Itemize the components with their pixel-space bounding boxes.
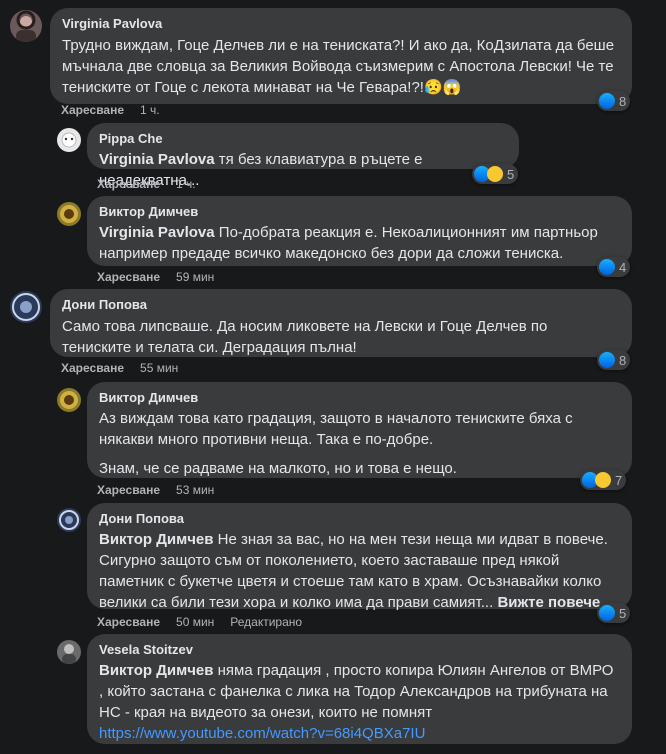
reaction-summary[interactable]: 8	[597, 91, 631, 111]
reaction-count: 8	[619, 352, 627, 368]
like-button[interactable]: Харесване	[61, 361, 124, 375]
avatar[interactable]	[57, 388, 81, 412]
comment-author[interactable]: Дони Попова	[62, 297, 620, 313]
reaction-summary[interactable]: 4	[597, 257, 631, 277]
like-reaction-icon	[599, 93, 615, 109]
avatar-photo	[62, 644, 76, 664]
avatar-photo	[16, 10, 36, 42]
avatar[interactable]	[10, 10, 42, 42]
timestamp[interactable]: 55 мин	[140, 361, 178, 375]
comment-author[interactable]: Vesela Stoitzev	[99, 642, 620, 658]
mention-link[interactable]: Virginia Pavlova	[99, 224, 215, 241]
avatar[interactable]	[57, 202, 81, 226]
comment-bubble: Pippa Che Virginia Pavlova тя без клавиа…	[87, 123, 519, 189]
mention-link[interactable]: Virginia Pavlova	[99, 151, 215, 168]
reaction-summary[interactable]: 7	[580, 470, 627, 490]
like-reaction-icon	[599, 259, 615, 275]
wow-reaction-icon	[595, 472, 611, 488]
avatar[interactable]	[57, 508, 81, 532]
comment-actions: Харесване 50 мин Редактирано	[97, 615, 302, 629]
reaction-summary[interactable]: 5	[472, 164, 519, 184]
edited-label: Редактирано	[230, 615, 303, 629]
timestamp[interactable]: 59 мин	[176, 270, 214, 284]
reaction-summary[interactable]: 5	[597, 603, 631, 623]
comment-text: Трудно виждам, Гоце Делчев ли е на тенис…	[62, 37, 615, 96]
reaction-count: 4	[619, 259, 627, 275]
like-button[interactable]: Харесване	[97, 483, 160, 497]
avatar-photo	[60, 205, 78, 223]
comment-author[interactable]: Дони Попова	[99, 511, 620, 527]
like-button[interactable]: Харесване	[61, 103, 124, 117]
comment-bubble: Дони Попова Само това липсваше. Да носим…	[50, 289, 632, 357]
avatar-photo	[59, 510, 79, 530]
comment-text: Само това липсваше. Да носим ликовете на…	[62, 318, 548, 356]
timestamp[interactable]: 1 ч.	[140, 103, 160, 117]
comment-bubble: Vesela Stoitzev Виктор Димчев няма града…	[87, 634, 632, 744]
comment-author[interactable]: Виктор Димчев	[99, 204, 620, 220]
like-button[interactable]: Харесване	[97, 177, 160, 191]
comment-actions: Харесване 59 мин	[97, 270, 230, 284]
avatar[interactable]	[10, 291, 42, 323]
avatar-photo	[60, 391, 78, 409]
avatar[interactable]	[57, 640, 81, 664]
timestamp[interactable]: 50 мин	[176, 615, 214, 629]
like-reaction-icon	[599, 352, 615, 368]
comment-actions: Харесване 1 ч.	[61, 103, 176, 117]
reaction-count: 5	[507, 166, 515, 182]
youtube-link[interactable]: https://www.youtube.com/watch?v=68i4QBXa…	[99, 723, 620, 744]
comment-bubble: Виктор Димчев Аз виждам това като градац…	[87, 382, 632, 478]
avatar-photo	[61, 132, 77, 148]
comment-author[interactable]: Pippa Che	[99, 131, 507, 147]
comment-actions: Харесване 53 мин	[97, 483, 230, 497]
mention-link[interactable]: Виктор Димчев	[99, 662, 213, 679]
avatar[interactable]	[57, 128, 81, 152]
avatar-photo	[12, 293, 40, 321]
comment-bubble: Дони Попова Виктор Димчев Не зная за вас…	[87, 503, 632, 611]
reaction-count: 7	[615, 472, 623, 488]
like-reaction-icon	[599, 605, 615, 621]
comment-text: Виктор Димчев Не зная за вас, но на мен …	[99, 529, 620, 613]
reaction-count: 5	[619, 605, 627, 621]
comment-text-paragraph: Знам, че се радваме на малкото, но и тов…	[99, 460, 457, 477]
see-more-link[interactable]: Вижте повече	[497, 594, 600, 611]
comment-bubble: Виктор Димчев Virginia Pavlova По-добрат…	[87, 196, 632, 266]
like-button[interactable]: Харесване	[97, 270, 160, 284]
reaction-summary[interactable]: 8	[597, 350, 631, 370]
mention-link[interactable]: Виктор Димчев	[99, 531, 213, 548]
comment-author[interactable]: Виктор Димчев	[99, 390, 620, 406]
comment-author[interactable]: Virginia Pavlova	[62, 16, 620, 32]
comment-bubble: Virginia Pavlova Трудно виждам, Гоце Дел…	[50, 8, 632, 104]
comment-actions: Харесване 55 мин	[61, 361, 194, 375]
comment-text: Virginia Pavlova По-добрата реакция е. Н…	[99, 222, 620, 264]
comment-text: Виктор Димчев няма градация , просто коп…	[99, 660, 620, 723]
comment-actions: Харесване 1 ч.	[97, 177, 212, 191]
reaction-count: 8	[619, 93, 627, 109]
comment-text: Аз виждам това като градация, защото в н…	[99, 410, 573, 448]
haha-reaction-icon	[487, 166, 503, 182]
like-button[interactable]: Харесване	[97, 615, 160, 629]
timestamp[interactable]: 1 ч.	[176, 177, 196, 191]
timestamp[interactable]: 53 мин	[176, 483, 214, 497]
